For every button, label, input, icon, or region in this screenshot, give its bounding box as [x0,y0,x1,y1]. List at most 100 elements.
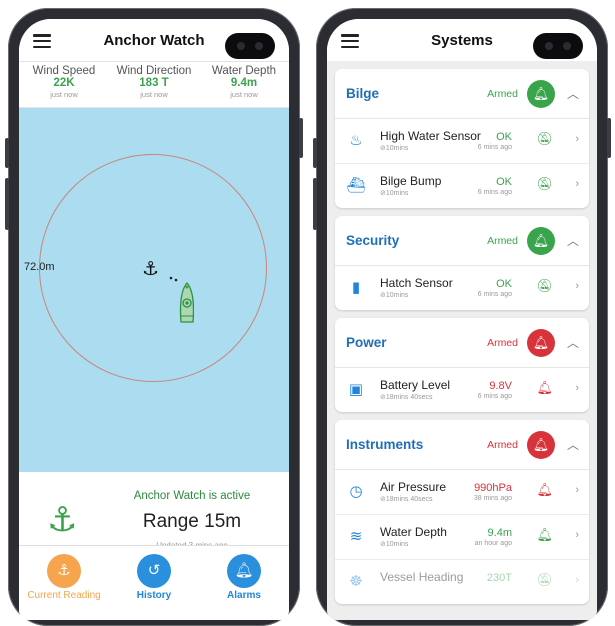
system-card-security: Security Armed 🔔︎ ︿ ▮ Hatch Sensor ⊘10mins OK 6 … [335,216,589,310]
armed-status: Armed [487,337,518,349]
stat-time: just now [230,90,258,99]
stat-value: 22K [53,77,75,89]
bell-off-icon[interactable]: 🔕︎ [536,176,553,192]
sensor-value: OK [496,176,512,188]
armed-status: Armed [487,439,518,451]
armed-status: Armed [487,235,518,247]
sensor-time: 6 mins ago [477,144,512,151]
tab-current-reading[interactable]: ⚓ Current Reading [19,546,109,620]
systems-list[interactable]: Bilge Armed 🔔︎ ︿ ♨ High Water Sensor ⊘10mins OK… [327,61,597,620]
bell-icon[interactable]: 🔔︎ [527,329,555,357]
bell-icon[interactable]: 🔔︎ [527,431,555,459]
power-button [607,118,611,158]
card-header[interactable]: Security Armed 🔔︎ ︿ [335,216,589,266]
systems-screen: Systems Bilge Armed 🔔︎ ︿ ♨ High Water Sensor ⊘… [327,19,597,620]
bell-icon[interactable]: 🔔︎ [527,227,555,255]
anchor-watch-screen: Anchor Watch Wind Speed 22K just now Win… [19,19,289,620]
phone-systems: Systems Bilge Armed 🔔︎ ︿ ♨ High Water Sensor ⊘… [313,8,611,626]
sensor-name: High Water Sensor [380,129,481,143]
card-header[interactable]: Power Armed 🔔︎ ︿ [335,318,589,368]
stat-wind-direction: Wind Direction 183 T just now [109,62,199,107]
bell-off-icon[interactable]: 🔕︎ [536,278,553,294]
card-header[interactable]: Bilge Armed 🔔︎ ︿ [335,69,589,119]
stat-water-depth: Water Depth 9.4m just now [199,62,289,107]
chevron-right-icon[interactable]: › [575,574,579,586]
sensor-row[interactable]: ▣ Battery Level ⊘18mins 40secs 9.8V 6 mins a… [335,368,589,412]
system-card-power: Power Armed 🔔︎ ︿ ▣ Battery Level ⊘18mins 40sec… [335,318,589,412]
gauge-icon: ◷ [349,483,363,500]
sensor-interval: ⊘10mins [380,190,409,197]
bottom-tab-bar: ⚓ Current Reading ↺ History 🔔︎ Alarms [19,545,289,620]
sensor-time: 38 mins ago [473,495,512,502]
sensor-row[interactable]: ⛴ Bilge Bump ⊘10mins OK 6 mins ago 🔕︎ › [335,164,589,208]
armed-status: Armed [487,88,518,100]
status-range: Range 15m [142,511,242,532]
water-level-icon: ♨ [349,132,363,149]
sensor-value: 9.4m [487,527,512,539]
hatch-icon: ▮ [351,279,361,296]
status-title: Anchor Watch is active [133,490,251,502]
volume-button [5,138,9,168]
chevron-right-icon[interactable]: › [575,529,579,541]
history-icon: ↺ [137,554,171,588]
bell-off-icon[interactable]: 🔕︎ [536,131,553,147]
card-header[interactable]: Instruments Armed 🔔︎ ︿ [335,420,589,470]
sensor-value: 990hPa [474,482,512,494]
stat-label: Wind Speed [32,65,96,77]
chevron-right-icon[interactable]: › [575,178,579,190]
bell-icon[interactable]: 🔔︎ [536,380,553,396]
sensor-value: OK [496,278,512,290]
chevron-right-icon[interactable]: › [575,382,579,394]
stat-label: Water Depth [211,65,277,77]
sensor-time: an hour ago [474,540,512,547]
sensor-row[interactable]: ♨ High Water Sensor ⊘10mins OK 6 mins ago 🔕︎ › [335,119,589,164]
sensor-interval: ⊘10mins [380,541,409,548]
volume-button [5,178,9,230]
sensor-time: 6 mins ago [477,189,512,196]
sensor-interval: ⊘18mins 40secs [380,496,433,503]
chevron-up-icon[interactable]: ︿ [567,232,579,249]
tab-label: History [136,590,172,601]
bell-icon: 🔔︎ [227,554,261,588]
sensor-row[interactable]: ☸ Vessel Heading 230T 🔕︎ › [335,560,589,604]
chevron-right-icon[interactable]: › [575,280,579,292]
tab-alarms[interactable]: 🔔︎ Alarms [199,546,289,620]
stat-label: Wind Direction [116,65,192,77]
chevron-up-icon[interactable]: ︿ [567,85,579,102]
chevron-up-icon[interactable]: ︿ [567,436,579,453]
system-card-bilge: Bilge Armed 🔔︎ ︿ ♨ High Water Sensor ⊘10mins OK… [335,69,589,208]
sensor-name: Battery Level [380,378,451,392]
anchor-icon: ⚓ [47,554,81,588]
sensor-value: 9.8V [489,380,512,392]
bell-icon[interactable]: 🔔︎ [527,80,555,108]
chevron-right-icon[interactable]: › [575,484,579,496]
sensor-time: 6 mins ago [477,291,512,298]
tab-label: Current Reading [27,590,101,601]
sensor-name: Hatch Sensor [380,276,453,290]
anchor-map[interactable]: 72.0m ⚓ [19,108,289,472]
power-button [299,118,303,158]
camera-cutout [533,33,583,59]
stat-time: just now [50,90,78,99]
volume-button [313,138,317,168]
waves-icon: ≋ [349,528,363,545]
sensor-row[interactable]: ≋ Water Depth ⊘10mins 9.4m an hour ago 🔔︎ › [335,515,589,560]
chevron-right-icon[interactable]: › [575,133,579,145]
bell-icon[interactable]: 🔔︎ [536,482,553,498]
bell-icon[interactable]: 🔔︎ [536,527,553,543]
tab-history[interactable]: ↺ History [109,546,199,620]
camera-cutout [225,33,275,59]
radius-label: 72.0m [24,261,55,273]
boat-icon[interactable] [168,273,194,325]
battery-icon: ▣ [348,381,364,398]
bell-off-icon[interactable]: 🔕︎ [536,572,553,588]
sensor-row[interactable]: ▮ Hatch Sensor ⊘10mins OK 6 mins ago 🔕︎ › [335,266,589,310]
stat-value: 9.4m [230,77,258,89]
volume-button [313,178,317,230]
chevron-up-icon[interactable]: ︿ [567,334,579,351]
sensor-row[interactable]: ◷ Air Pressure ⊘18mins 40secs 990hPa 38 mins… [335,470,589,515]
sensor-name: Water Depth [380,525,447,539]
phone-anchor-watch: Anchor Watch Wind Speed 22K just now Win… [5,8,303,626]
stat-wind-speed: Wind Speed 22K just now [19,62,109,107]
sensor-interval: ⊘18mins 40secs [380,394,433,401]
